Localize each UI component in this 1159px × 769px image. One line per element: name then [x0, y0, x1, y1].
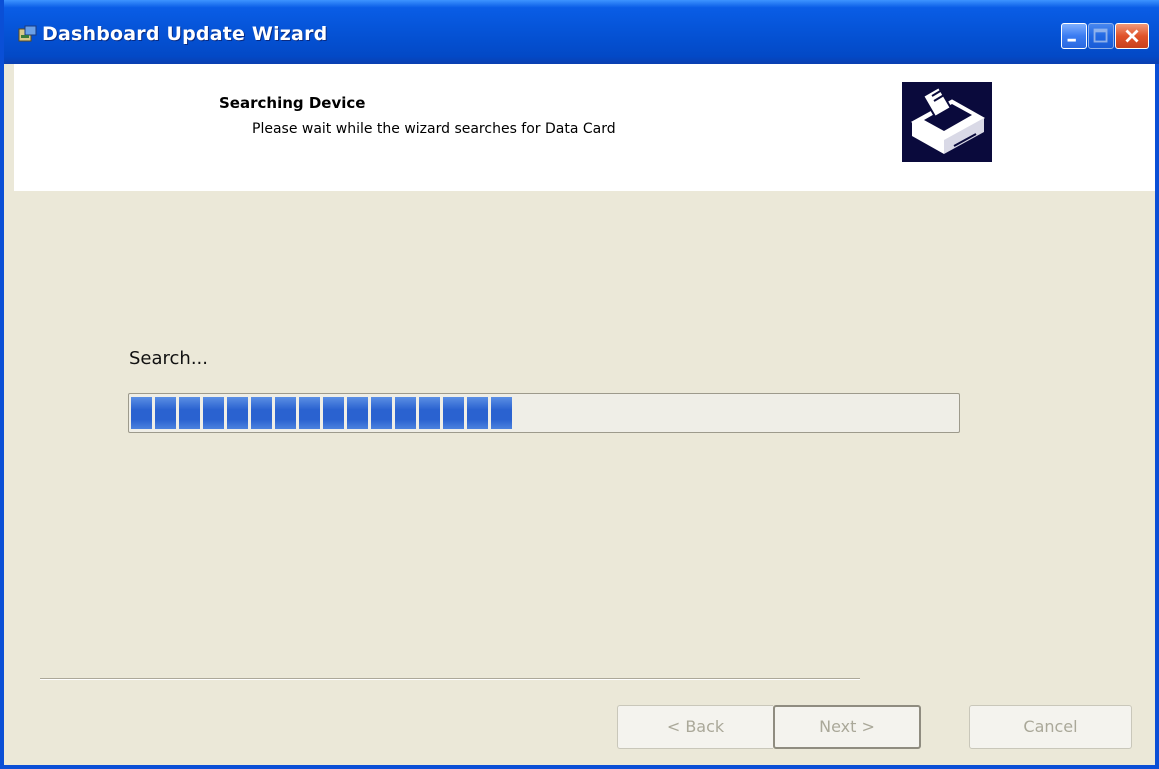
progress-block	[443, 397, 464, 429]
maximize-button[interactable]	[1088, 23, 1114, 49]
close-icon	[1125, 29, 1139, 43]
wizard-window: Dashboard Update Wizard Searching Device…	[0, 0, 1159, 769]
progress-block	[275, 397, 296, 429]
progress-block	[155, 397, 176, 429]
title-bar[interactable]: Dashboard Update Wizard	[4, 0, 1159, 64]
minimize-button[interactable]	[1061, 23, 1087, 49]
progress-block	[203, 397, 224, 429]
hardware-drive-icon	[902, 82, 992, 162]
cancel-button[interactable]: Cancel	[969, 705, 1132, 749]
progress-block	[323, 397, 344, 429]
back-button[interactable]: < Back	[617, 705, 773, 749]
progress-block	[131, 397, 152, 429]
wizard-app-icon	[18, 25, 37, 42]
search-status-label: Search...	[129, 348, 209, 369]
progress-block	[227, 397, 248, 429]
progress-block	[419, 397, 440, 429]
next-button[interactable]: Next >	[773, 705, 921, 749]
progress-block	[395, 397, 416, 429]
button-divider	[40, 678, 860, 680]
page-subtitle: Please wait while the wizard searches fo…	[252, 121, 616, 137]
search-progress-bar	[128, 393, 960, 433]
progress-block	[179, 397, 200, 429]
wizard-header: Searching Device Please wait while the w…	[14, 64, 1155, 191]
progress-fill	[131, 397, 515, 429]
progress-block	[299, 397, 320, 429]
progress-block	[347, 397, 368, 429]
progress-block	[371, 397, 392, 429]
minimize-icon	[1067, 38, 1076, 42]
maximize-icon	[1093, 28, 1108, 43]
page-title: Searching Device	[219, 94, 366, 112]
progress-block	[251, 397, 272, 429]
progress-block	[491, 397, 512, 429]
close-button[interactable]	[1115, 23, 1149, 49]
progress-block	[467, 397, 488, 429]
window-title: Dashboard Update Wizard	[42, 23, 328, 45]
